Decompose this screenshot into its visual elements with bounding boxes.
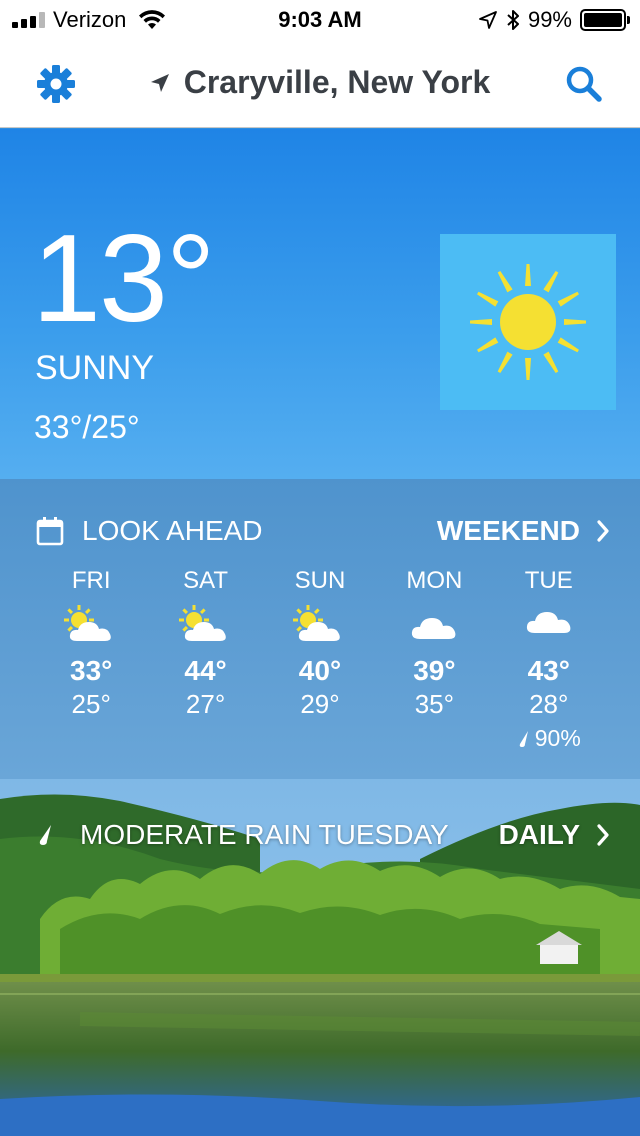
partly-cloudy-icon xyxy=(178,605,226,641)
battery-icon xyxy=(580,9,630,31)
current-conditions[interactable]: 13° SUNNY 33°/25° xyxy=(0,129,640,479)
calendar-icon xyxy=(36,517,64,546)
location-name: Craryville, New York xyxy=(183,64,491,100)
alert-text: MODERATE RAIN TUESDAY xyxy=(80,819,449,850)
day-high: 40° xyxy=(298,655,342,686)
forecast-day[interactable]: TUE 43° 28° 90% xyxy=(492,567,606,752)
sun-ray xyxy=(557,337,579,353)
forecast-day[interactable]: FRI 33° 25° xyxy=(34,567,148,752)
day-name: FRI xyxy=(71,567,111,594)
look-ahead-title: LOOK AHEAD xyxy=(82,515,263,546)
precip-chance: 90% xyxy=(517,725,581,752)
status-bar: Verizon 9:03 AM 99% xyxy=(0,0,640,40)
daily-link-label: DAILY xyxy=(498,819,580,850)
sun-ray xyxy=(543,351,559,373)
header-bar: Craryville, New York xyxy=(0,40,640,128)
current-weather-tile xyxy=(440,234,616,410)
day-high: 44° xyxy=(184,655,227,686)
day-name: MON xyxy=(406,567,463,594)
day-name: SUN xyxy=(294,567,346,594)
sun-ray xyxy=(543,271,559,293)
day-low: 25° xyxy=(71,689,111,719)
bluetooth-icon xyxy=(507,10,519,30)
search-icon[interactable] xyxy=(564,64,604,104)
weather-alert-row[interactable]: MODERATE RAIN TUESDAY DAILY xyxy=(36,817,610,853)
day-name: SAT xyxy=(183,567,229,594)
forecast-day[interactable]: SUN 40° 29° xyxy=(263,567,377,752)
forecast-days: FRI 33° 25° SAT 44° 27° SUN 40° 29° MON … xyxy=(34,567,606,752)
precip-value: 90% xyxy=(534,725,581,751)
battery-percent: 99% xyxy=(527,7,572,32)
day-high: 43° xyxy=(527,655,570,686)
sun-ray xyxy=(525,264,531,286)
partly-cloudy-icon xyxy=(64,605,112,641)
sun-ray xyxy=(477,291,499,307)
sun-ray xyxy=(470,319,492,325)
day-low: 28° xyxy=(529,689,569,719)
raindrop-icon xyxy=(39,825,51,845)
look-ahead-panel: LOOK AHEAD WEEKEND FRI 33° 25° SAT 44° 2… xyxy=(0,479,640,779)
weekend-link[interactable]: WEEKEND xyxy=(437,515,610,547)
sun-ray xyxy=(497,271,513,293)
background-landscape: MODERATE RAIN TUESDAY DAILY xyxy=(0,779,640,1136)
sun-ray xyxy=(557,291,579,307)
forecast-day[interactable]: SAT 44° 27° xyxy=(148,567,262,752)
raindrop-icon xyxy=(519,730,528,747)
partly-cloudy-icon xyxy=(292,605,340,641)
location-services-icon xyxy=(479,11,497,29)
day-low: 35° xyxy=(414,689,455,719)
location-arrow-icon xyxy=(150,73,169,92)
chevron-right-icon xyxy=(597,824,609,846)
weekend-link-label: WEEKEND xyxy=(436,515,580,546)
day-low: 29° xyxy=(300,689,340,719)
location-title[interactable]: Craryville, New York xyxy=(0,64,640,101)
day-low: 27° xyxy=(185,689,226,719)
current-hi-lo: 33°/25° xyxy=(34,409,140,445)
cloud-icon xyxy=(526,612,571,633)
sun-ray xyxy=(525,358,531,380)
day-high: 33° xyxy=(70,655,113,686)
sun-ray xyxy=(497,351,513,373)
cloud-icon xyxy=(412,618,456,639)
day-high: 39° xyxy=(413,655,456,686)
day-name: TUE xyxy=(524,567,573,594)
battery-level xyxy=(584,13,622,27)
sun-ray xyxy=(564,319,586,325)
daily-link[interactable]: DAILY xyxy=(499,819,610,851)
forecast-day[interactable]: MON 39° 35° xyxy=(377,567,491,752)
chevron-right-icon xyxy=(597,520,609,542)
sun-ray xyxy=(477,337,499,353)
sun-icon xyxy=(470,264,586,380)
current-temperature: 13° xyxy=(32,210,216,348)
current-condition: SUNNY xyxy=(35,349,155,387)
